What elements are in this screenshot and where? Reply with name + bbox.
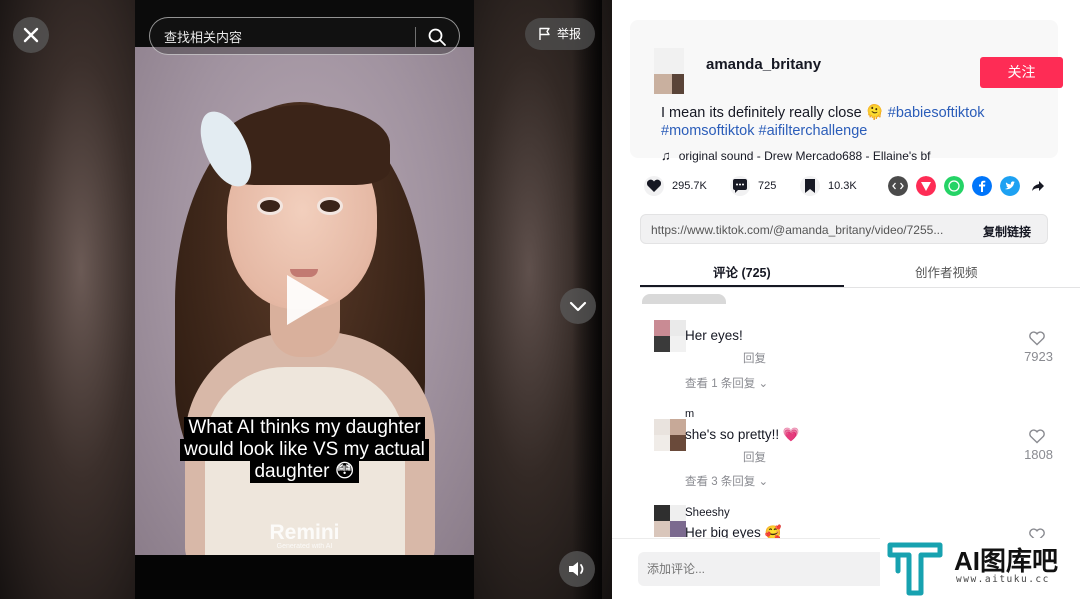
- heart-outline-icon[interactable]: [1028, 428, 1046, 444]
- comment-tabs: 评论 (725) 创作者视频: [640, 258, 1080, 288]
- view-replies-button[interactable]: 查看 3 条回复 ⌄: [685, 473, 768, 489]
- comment-text: Her eyes!: [685, 328, 743, 343]
- view-replies-label: 查看 3 条回复: [685, 476, 756, 488]
- close-button[interactable]: [13, 17, 49, 53]
- whatsapp-icon[interactable]: [944, 176, 964, 196]
- video-player[interactable]: What AI thinks my daughter would look li…: [0, 0, 612, 599]
- send-icon[interactable]: [916, 176, 936, 196]
- video-subject-eye-right: [317, 197, 343, 215]
- video-link-box: https://www.tiktok.com/@amanda_britany/v…: [640, 214, 1048, 244]
- avatar[interactable]: [654, 320, 686, 352]
- avatar[interactable]: [654, 505, 686, 537]
- comment-partial-top: [642, 294, 726, 304]
- comment-button[interactable]: 725: [730, 174, 790, 198]
- share-arrow-icon[interactable]: [1028, 176, 1048, 196]
- site-watermark: AI图库吧 www.aituku.cc: [880, 538, 1080, 599]
- heart-outline-icon[interactable]: [1028, 330, 1046, 346]
- save-count: 10.3K: [828, 180, 857, 192]
- post-description: I mean its definitely really close 🫠 #ba…: [661, 104, 1021, 140]
- comment-list: Her eyes! 回复 查看 1 条回复 ⌄ 7923 m she's so …: [612, 289, 1080, 539]
- hashtag-link[interactable]: #aifilterchallenge: [759, 123, 868, 139]
- hashtag-link[interactable]: #babiesoftiktok: [888, 105, 985, 121]
- music-note-icon: ♫: [661, 148, 671, 163]
- caption-line-1: What AI thinks my daughter: [184, 417, 425, 439]
- description-text: I mean its definitely really close 🫠: [661, 105, 884, 121]
- video-letterbox-bottom: [135, 555, 474, 599]
- chevron-down-icon: ⌄: [758, 476, 769, 488]
- tab-creator-videos[interactable]: 创作者视频: [915, 262, 978, 281]
- chevron-down-icon: [569, 301, 587, 312]
- search-divider: [415, 27, 416, 47]
- chevron-down-icon: ⌄: [758, 378, 769, 390]
- twitter-icon[interactable]: [1000, 176, 1020, 196]
- heart-icon: [644, 176, 664, 196]
- comment-text: Her big eyes 🥰: [685, 525, 782, 539]
- remini-watermark: Remini: [269, 521, 340, 544]
- music-link[interactable]: ♫ original sound - Drew Mercado688 - Ella…: [661, 148, 931, 163]
- reply-button[interactable]: 回复: [743, 350, 766, 366]
- comment-author[interactable]: Sheeshy: [685, 507, 730, 519]
- video-caption: What AI thinks my daughter would look li…: [135, 417, 474, 483]
- avatar[interactable]: [654, 419, 686, 451]
- search-input[interactable]: [164, 28, 404, 46]
- comment-text: she's so pretty!! 💗: [685, 427, 800, 442]
- aituku-logo-icon: [887, 542, 943, 596]
- watermark-text: AI图库吧: [954, 546, 1059, 576]
- comment-like-count: 1808: [1024, 447, 1053, 462]
- video-subject-eye-left: [257, 197, 283, 215]
- comment-author[interactable]: m: [685, 408, 694, 420]
- tab-comments[interactable]: 评论 (725): [713, 262, 771, 281]
- play-icon[interactable]: [287, 275, 329, 325]
- username[interactable]: amanda_britany: [706, 56, 821, 73]
- search-icon[interactable]: [427, 27, 447, 47]
- embed-icon[interactable]: [888, 176, 908, 196]
- caption-line-3: daughter 😳: [250, 461, 359, 483]
- volume-button[interactable]: [559, 551, 595, 587]
- comment-count: 725: [758, 180, 777, 192]
- music-title: original sound - Drew Mercado688 - Ellai…: [678, 149, 931, 163]
- reply-button[interactable]: 回复: [743, 449, 766, 465]
- like-count: 295.7K: [672, 180, 707, 192]
- watermark-url: www.aituku.cc: [956, 574, 1050, 585]
- next-video-button[interactable]: [560, 288, 596, 324]
- bookmark-icon: [800, 176, 820, 196]
- follow-button[interactable]: 关注: [980, 57, 1063, 88]
- comment-input[interactable]: [638, 552, 898, 586]
- video-link-url[interactable]: https://www.tiktok.com/@amanda_britany/v…: [651, 223, 971, 237]
- view-replies-button[interactable]: 查看 1 条回复 ⌄: [685, 375, 768, 391]
- volume-icon: [569, 562, 584, 576]
- report-button[interactable]: 举报: [525, 18, 595, 50]
- post-info-card: amanda_britany 关注 I mean its definitely …: [630, 20, 1063, 163]
- caption-line-2: would look like VS my actual: [180, 439, 429, 461]
- active-tab-indicator: [640, 285, 844, 287]
- blurred-background-left: [0, 0, 135, 599]
- comment-icon: [730, 176, 750, 196]
- view-replies-label: 查看 1 条回复: [685, 378, 756, 390]
- flag-icon: [539, 27, 550, 40]
- video-detail-panel: amanda_britany 关注 I mean its definitely …: [612, 0, 1080, 599]
- close-icon: [23, 27, 39, 43]
- comment-like-count: 7923: [1024, 349, 1053, 364]
- save-button[interactable]: 10.3K: [800, 174, 870, 198]
- facebook-icon[interactable]: [972, 176, 992, 196]
- hashtag-link[interactable]: #momsoftiktok: [661, 123, 754, 139]
- like-button[interactable]: 295.7K: [644, 174, 714, 198]
- avatar[interactable]: [654, 48, 684, 96]
- video-frame[interactable]: What AI thinks my daughter would look li…: [135, 47, 474, 555]
- remini-watermark-sub: Generated with AI: [276, 543, 333, 550]
- copy-link-button[interactable]: 复制链接: [983, 223, 1031, 240]
- report-label: 举报: [557, 27, 582, 41]
- search-bar[interactable]: [149, 17, 460, 55]
